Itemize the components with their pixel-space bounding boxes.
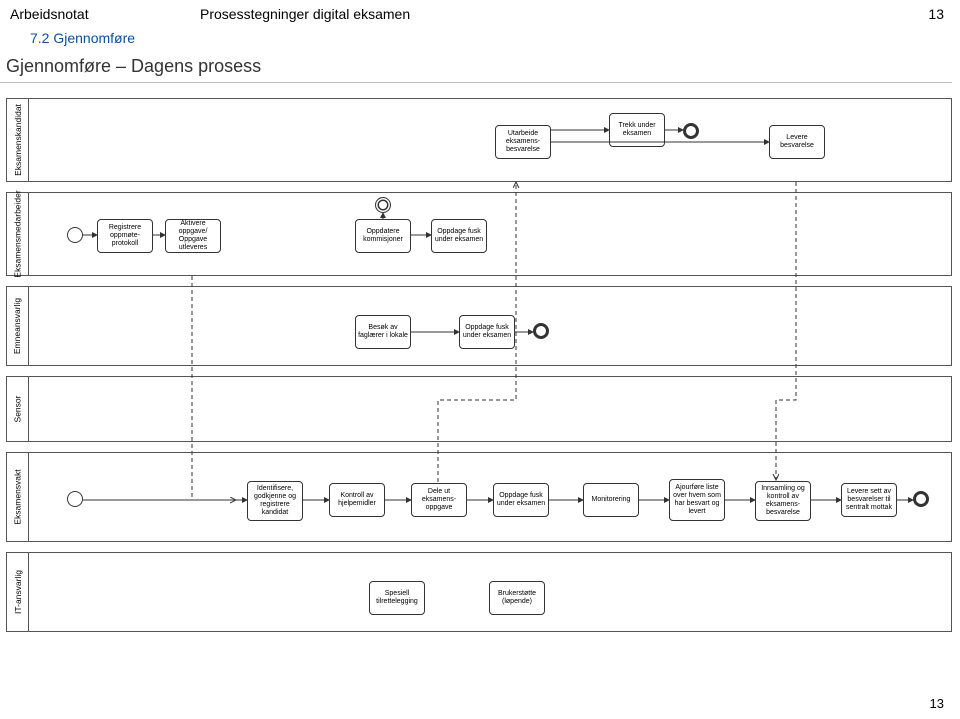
task-oppdage-fusk: Oppdage fusk under eksamen: [493, 483, 549, 517]
lane-emneansvarlig: Emneansvarlig Besøk av faglærer i lokale…: [6, 286, 952, 366]
intermediate-event: [375, 197, 391, 213]
lane-label: Eksamensmedarbeider: [7, 193, 29, 275]
header-center: Prosesstegninger digital eksamen: [200, 6, 410, 22]
start-event: [67, 227, 83, 243]
end-event: [683, 123, 699, 139]
end-event: [913, 491, 929, 507]
task-aktivere-oppgave: Aktivere oppgave/ Oppgave utleveres: [165, 219, 221, 253]
lane-eksamensvakt: Eksamensvakt Identifisere, godkjenne og …: [6, 452, 952, 542]
lane-label: Emneansvarlig: [7, 287, 29, 365]
task-identifisere-kandidat: Identifisere, godkjenne og registrere ka…: [247, 481, 303, 521]
task-utarbeide-besvarelse: Utarbeide eksamens-besvarelse: [495, 125, 551, 159]
task-brukerstotte: Brukerstøtte (løpende): [489, 581, 545, 615]
header-left: Arbeidsnotat: [10, 6, 89, 22]
end-event: [533, 323, 549, 339]
header-page-number: 13: [928, 6, 944, 22]
lane-label: Sensor: [7, 377, 29, 441]
start-event: [67, 491, 83, 507]
title-rule: [0, 82, 952, 83]
lane-label: IT-ansvarlig: [7, 553, 29, 631]
lane-it-ansvarlig: IT-ansvarlig Spesiell tilrettelegging Br…: [6, 552, 952, 632]
lane-eksamensmedarbeider: Eksamensmedarbeider Registrere oppmøte-p…: [6, 192, 952, 276]
lane-label: Eksamenskandidat: [7, 99, 29, 181]
task-monitorering: Monitorering: [583, 483, 639, 517]
task-trekk-under-eksamen: Trekk under eksamen: [609, 113, 665, 147]
section-heading: 7.2 Gjennomføre: [30, 30, 135, 46]
task-kontroll-hjelpemidler: Kontroll av hjelpemidler: [329, 483, 385, 517]
task-besok-faglaerer: Besøk av faglærer i lokale: [355, 315, 411, 349]
task-spesiell-tilrettelegging: Spesiell tilrettelegging: [369, 581, 425, 615]
lane-eksamenskandidat: Eksamenskandidat Utarbeide eksamens-besv…: [6, 98, 952, 182]
task-dele-ut-oppgave: Dele ut eksamens-oppgave: [411, 483, 467, 517]
lane-label: Eksamensvakt: [7, 453, 29, 541]
task-levere-besvarelse: Levere besvarelse: [769, 125, 825, 159]
task-levere-sett: Levere sett av besvarelser til sentralt …: [841, 483, 897, 517]
task-oppdatere-kommisjoner: Oppdatere kommisjoner: [355, 219, 411, 253]
task-ajourfore-liste: Ajourføre liste over hvem som har besvar…: [669, 479, 725, 521]
task-registrere-oppmote: Registrere oppmøte-protokoll: [97, 219, 153, 253]
footer-page-number: 13: [930, 696, 944, 711]
diagram-title: Gjennomføre – Dagens prosess: [6, 56, 261, 77]
task-oppdage-fusk: Oppdage fusk under eksamen: [431, 219, 487, 253]
task-oppdage-fusk: Oppdage fusk under eksamen: [459, 315, 515, 349]
task-innsamling-kontroll: Innsamling og kontroll av eksamens-besva…: [755, 481, 811, 521]
lane-sensor: Sensor: [6, 376, 952, 442]
